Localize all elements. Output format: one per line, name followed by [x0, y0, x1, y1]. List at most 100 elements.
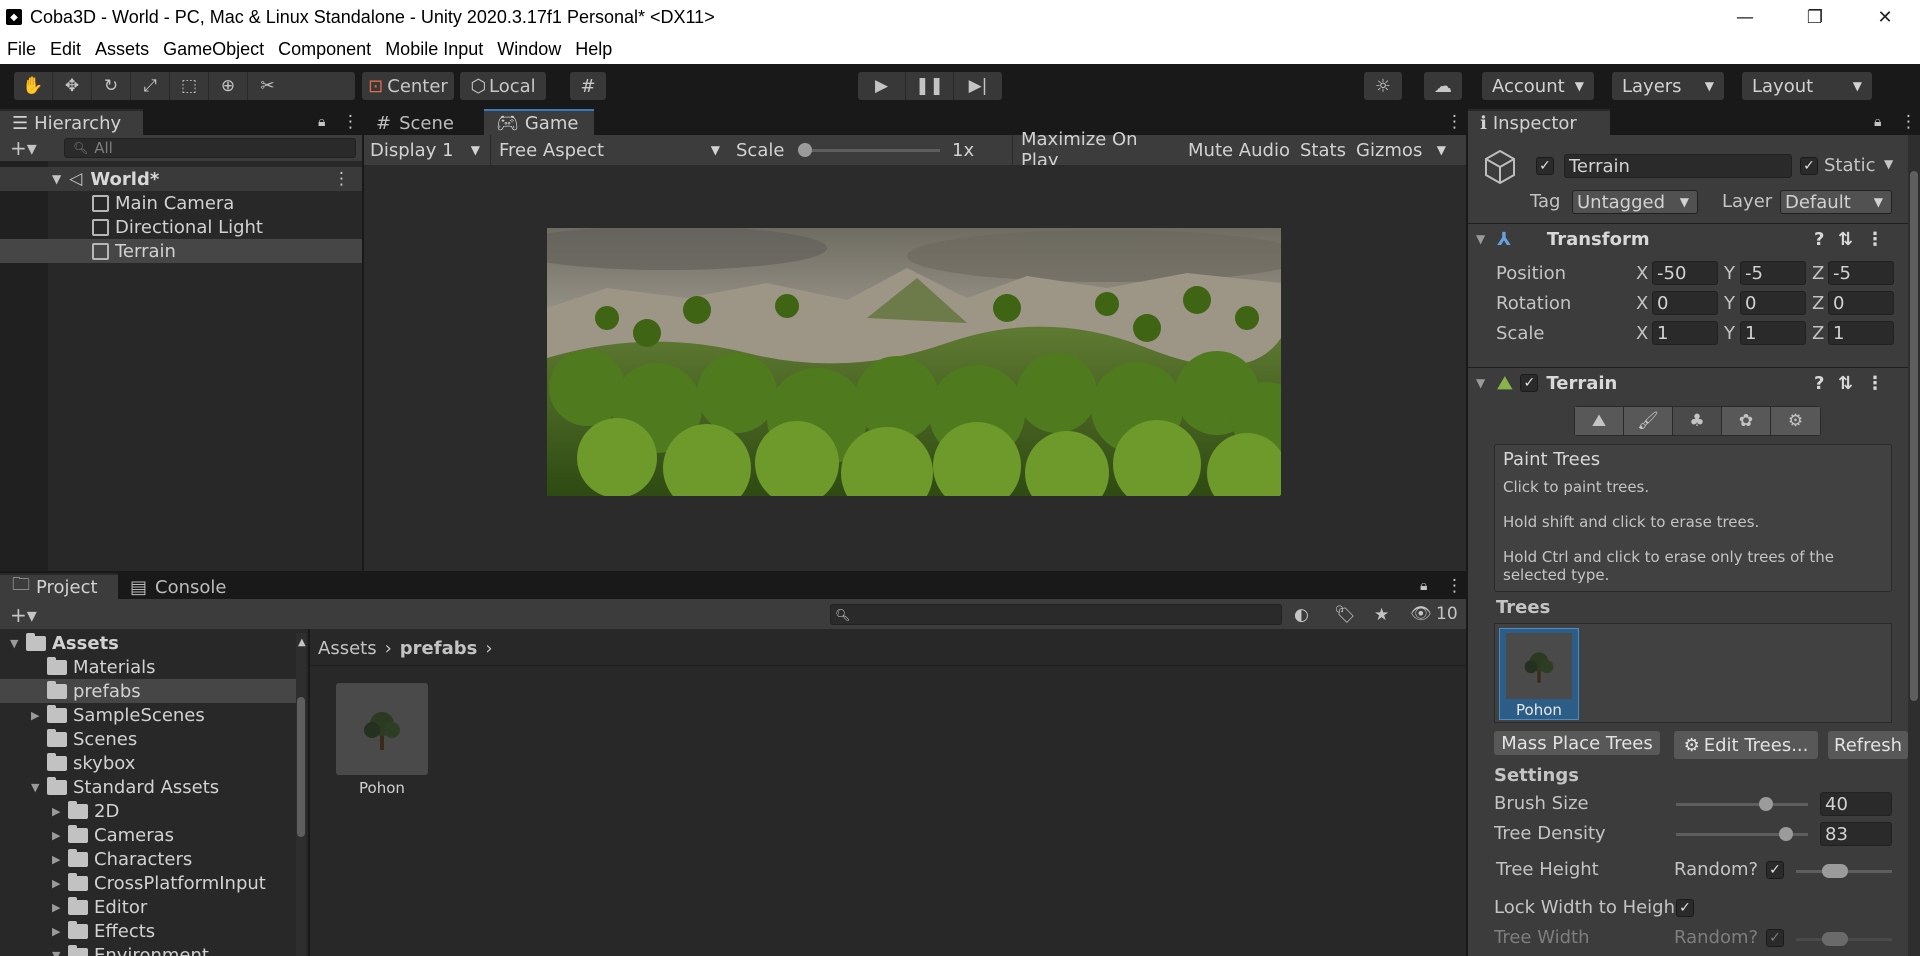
breadcrumb-item[interactable]: prefabs	[400, 638, 478, 659]
scene-row[interactable]: ▼ ◁ World* ⋮	[0, 167, 362, 191]
more-options-icon[interactable]: ⋮	[1446, 109, 1466, 135]
scale-slider[interactable]	[798, 143, 940, 157]
random-width-checkbox[interactable]: ✓	[1766, 929, 1784, 947]
hierarchy-item-selected[interactable]: Terrain	[92, 239, 176, 263]
collapse-arrow-icon[interactable]: ▶	[52, 901, 68, 914]
brush-size-knob[interactable]	[1758, 797, 1773, 811]
tree-density-slider[interactable]	[1676, 827, 1808, 841]
folder-tree-item[interactable]: Materials	[31, 655, 156, 679]
menu-edit[interactable]: Edit	[43, 39, 88, 60]
step-button[interactable]: ▶|	[954, 72, 1002, 100]
rotate-tool-icon[interactable]: ↻	[92, 72, 131, 100]
component-menu-icon[interactable]: ⋮	[1866, 373, 1884, 394]
tree-density-input[interactable]: 83	[1820, 822, 1892, 846]
menu-component[interactable]: Component	[271, 39, 378, 60]
layers-dropdown[interactable]: Layers ▼	[1612, 72, 1724, 100]
transform-z-input[interactable]: 0	[1828, 291, 1894, 315]
presets-icon[interactable]: ⇅	[1838, 229, 1853, 250]
folder-tree-item[interactable]: prefabs	[31, 679, 141, 703]
collapse-arrow-icon[interactable]: ▶	[52, 925, 68, 938]
transform-header[interactable]: ▼ ⅄ Transform ? ⇅ ⋮	[1468, 224, 1908, 254]
scale-slider-knob[interactable]	[798, 143, 812, 157]
paint-brush-icon[interactable]: 🖌︎	[1624, 407, 1673, 435]
folder-tree-item[interactable]: ▶ CrossPlatformInput	[52, 871, 266, 895]
minimize-button[interactable]: —	[1710, 0, 1780, 34]
transform-z-input[interactable]: 1	[1828, 321, 1894, 345]
custom-tool-icon[interactable]: ✂	[248, 72, 287, 100]
add-button[interactable]: +▾	[10, 603, 37, 627]
hierarchy-item[interactable]: Directional Light	[92, 215, 263, 239]
more-options-icon[interactable]: ⋮	[1446, 573, 1466, 599]
collapse-arrow-icon[interactable]: ▶	[52, 877, 68, 890]
hidden-packages-icon[interactable]: 👁︎	[1410, 604, 1432, 624]
folder-tree-item[interactable]: skybox	[31, 751, 135, 775]
menu-mobile-input[interactable]: Mobile Input	[378, 39, 490, 60]
lock-icon[interactable]: 🔒︎	[318, 109, 342, 135]
lock-icon[interactable]: 🔒︎	[1420, 573, 1446, 599]
hierarchy-search-input[interactable]: 🔍︎ All	[64, 138, 356, 158]
menu-help[interactable]: Help	[568, 39, 619, 60]
transform-y-input[interactable]: -5	[1740, 261, 1806, 285]
folder-tree-item[interactable]: ▶ SampleScenes	[31, 703, 205, 727]
maximize-on-play-toggle[interactable]: Maximize On Play	[1012, 129, 1172, 171]
scrollbar-thumb[interactable]	[297, 697, 305, 837]
more-options-icon[interactable]: ⋮	[342, 109, 362, 135]
component-menu-icon[interactable]: ⋮	[1866, 229, 1884, 250]
play-button[interactable]: ▶	[858, 72, 906, 100]
refresh-button[interactable]: Refresh	[1828, 731, 1908, 759]
add-button[interactable]: +▾	[10, 136, 37, 160]
collapse-arrow-icon[interactable]: ▶	[52, 805, 68, 818]
transform-tool-icon[interactable]: ⊕	[209, 72, 248, 100]
project-search-input[interactable]: 🔍︎	[830, 604, 1282, 625]
active-checkbox[interactable]: ✓	[1536, 157, 1554, 175]
account-dropdown[interactable]: Account ▼	[1482, 72, 1594, 100]
collapse-arrow-icon[interactable]: ▶	[52, 829, 68, 842]
menu-file[interactable]: File	[0, 39, 43, 60]
cloud-button[interactable]: ☁	[1424, 72, 1462, 100]
mute-audio-toggle[interactable]: Mute Audio	[1180, 135, 1290, 165]
transform-x-input[interactable]: 1	[1652, 321, 1718, 345]
restore-button[interactable]: ❐	[1780, 0, 1850, 34]
brush-size-slider[interactable]	[1676, 797, 1808, 811]
folder-tree-item[interactable]: ▶ 2D	[52, 799, 119, 823]
asset-thumbnail[interactable]	[336, 683, 428, 775]
aspect-dropdown[interactable]: Free Aspect ▼	[490, 135, 730, 165]
menu-gameobject[interactable]: GameObject	[156, 39, 271, 60]
folder-tree-item[interactable]: ▶ Editor	[52, 895, 147, 919]
scroll-up-icon[interactable]: ▲	[298, 637, 306, 648]
terrain-header[interactable]: ▼ ⛰ ✓ Terrain ? ⇅ ⋮	[1468, 368, 1908, 398]
folder-tree-item[interactable]: ▶ Characters	[52, 847, 192, 871]
asset-label[interactable]: Pohon	[336, 779, 428, 797]
tab-inspector[interactable]: ℹ Inspector	[1468, 109, 1610, 135]
expand-arrow-icon[interactable]: ▼	[52, 949, 68, 956]
tab-console[interactable]: ▤ Console	[118, 573, 238, 599]
folder-tree-item[interactable]: Scenes	[31, 727, 137, 751]
tree-density-knob[interactable]	[1778, 827, 1793, 841]
paint-trees-icon[interactable]: ♣	[1673, 407, 1722, 435]
move-tool-icon[interactable]: ✥	[53, 72, 92, 100]
expand-arrow-icon[interactable]: ▼	[31, 781, 47, 794]
scene-menu-icon[interactable]: ⋮	[333, 169, 350, 189]
lock-icon[interactable]: 🔒︎	[1874, 109, 1900, 135]
help-icon[interactable]: ?	[1814, 373, 1824, 394]
tab-project[interactable]: 🗀 Project	[0, 573, 118, 599]
help-icon[interactable]: ?	[1814, 229, 1824, 250]
tab-hierarchy[interactable]: ☰ Hierarchy	[0, 109, 143, 135]
brush-size-input[interactable]: 40	[1820, 792, 1892, 816]
search-by-type-icon[interactable]: ◐	[1294, 605, 1309, 625]
display-dropdown[interactable]: Display 1 ▼	[370, 135, 490, 165]
pivot-local-button[interactable]: ⬡ Local	[460, 72, 546, 100]
folder-tree-item[interactable]: ▶ Effects	[52, 919, 155, 943]
edit-trees-button[interactable]: ⚙ Edit Trees...	[1674, 731, 1818, 759]
tag-dropdown[interactable]: Untagged ▼	[1572, 190, 1698, 214]
mass-place-trees-button[interactable]: Mass Place Trees	[1494, 731, 1660, 755]
breadcrumb-item[interactable]: Assets	[318, 638, 377, 659]
tree-height-range-slider[interactable]	[1796, 864, 1892, 878]
presets-icon[interactable]: ⇅	[1838, 373, 1853, 394]
more-options-icon[interactable]: ⋮	[1900, 109, 1920, 135]
tab-game[interactable]: 🎮︎ Game	[484, 109, 594, 135]
hierarchy-item[interactable]: Main Camera	[92, 191, 234, 215]
tab-scene[interactable]: # Scene	[364, 109, 484, 135]
transform-y-input[interactable]: 1	[1740, 321, 1806, 345]
collapse-arrow-icon[interactable]: ▶	[52, 853, 68, 866]
